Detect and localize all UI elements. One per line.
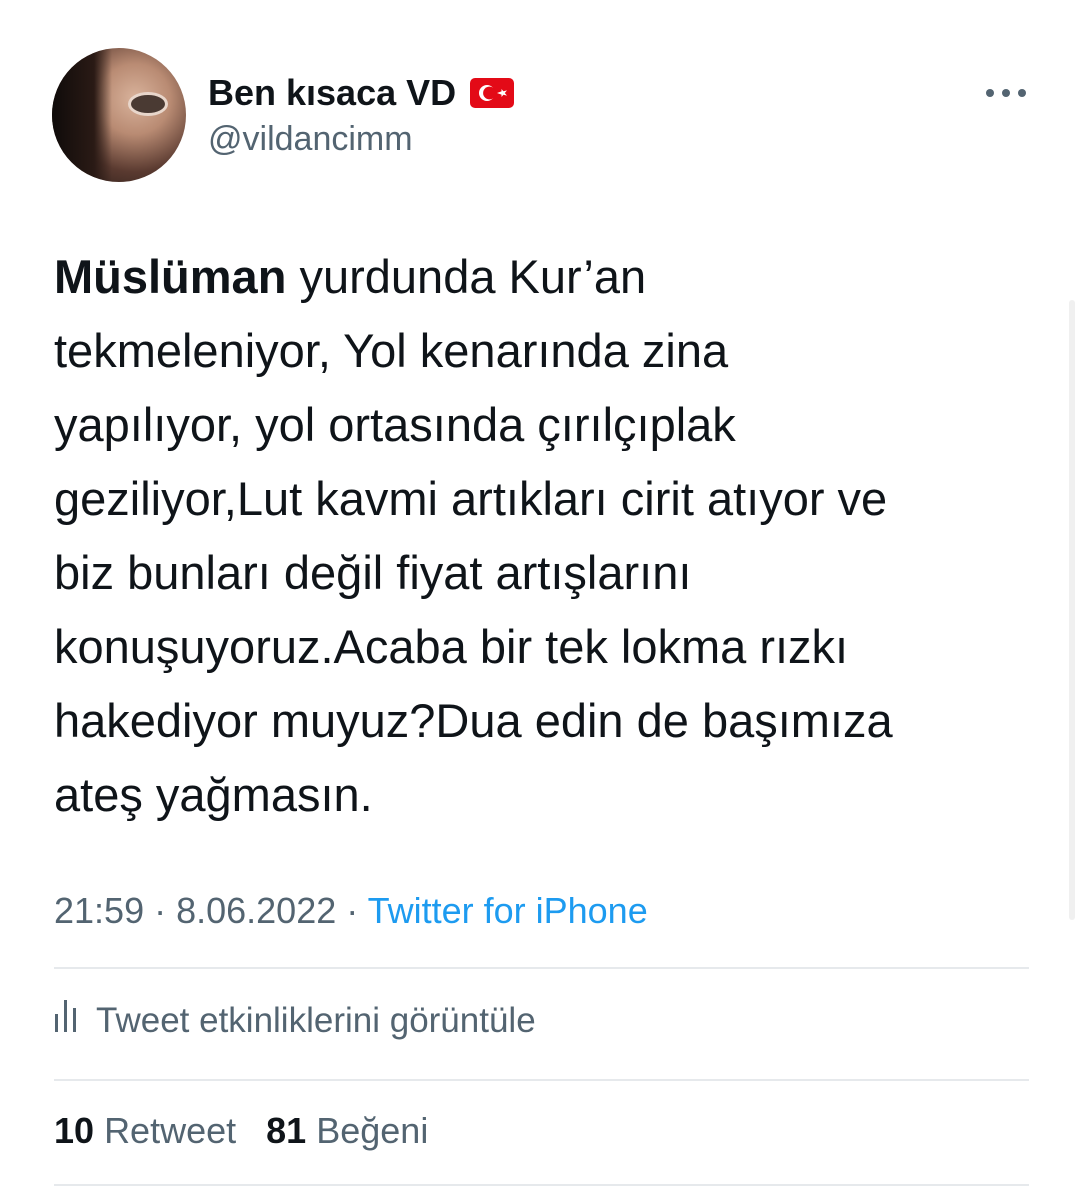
tweet-line-6: konuşuyoruz.Acaba bir tek lokma rızkı bbox=[54, 620, 849, 673]
tweet-time[interactable]: 21:59 bbox=[54, 890, 144, 931]
like-label: Beğeni bbox=[316, 1110, 429, 1151]
retweet-label: Retweet bbox=[104, 1110, 237, 1151]
tweet-line-7: hakediyor muyuz?Dua edin de başımıza bbox=[54, 694, 893, 747]
tweet-stats: 10 Retweet 81 Beğeni bbox=[54, 1110, 428, 1152]
divider bbox=[54, 1079, 1029, 1081]
dot-icon bbox=[1018, 89, 1026, 97]
analytics-icon bbox=[54, 998, 78, 1043]
tweet-line-1: Müslüman yurdunda Kur’an bbox=[54, 240, 1044, 314]
tweet-line-2: tekmeleniyor, Yol kenarında zina bbox=[54, 324, 729, 377]
meta-separator: · bbox=[144, 890, 177, 931]
like-count: 81 bbox=[266, 1110, 307, 1151]
tweet-line-4: geziliyor,Lut kavmi artıkları cirit atıy… bbox=[54, 472, 888, 525]
tweet-line-1-text: yurdunda Kur’an bbox=[286, 250, 647, 303]
user-handle[interactable]: @vildancimm bbox=[208, 120, 413, 159]
tweet-line-5: biz bunları değil fiyat artışlarını bbox=[54, 546, 692, 599]
display-name-row[interactable]: Ben kısaca VD bbox=[208, 72, 515, 114]
divider bbox=[54, 1184, 1029, 1186]
tweet-date[interactable]: 8.06.2022 bbox=[176, 890, 336, 931]
more-options-icon[interactable] bbox=[986, 86, 1026, 100]
tweet-bold-word: Müslüman bbox=[54, 250, 287, 303]
tweet-text: Müslüman yurdunda Kur’an tekmeleniyor, Y… bbox=[54, 240, 1044, 832]
tweet-line-3: yapılıyor, yol ortasında çırılçıplak bbox=[54, 398, 736, 451]
display-name[interactable]: Ben kısaca VD bbox=[208, 72, 456, 114]
dot-icon bbox=[986, 89, 994, 97]
view-analytics-button[interactable]: Tweet etkinliklerini görüntüle bbox=[54, 998, 536, 1043]
avatar[interactable] bbox=[52, 48, 186, 182]
turkey-flag-icon bbox=[470, 78, 515, 108]
avatar-hair bbox=[52, 48, 112, 182]
likes-link[interactable]: 81 Beğeni bbox=[266, 1110, 428, 1151]
retweets-link[interactable]: 10 Retweet bbox=[54, 1110, 236, 1151]
meta-separator-2: · bbox=[336, 890, 368, 931]
tweet-line-8: ateş yağmasın. bbox=[54, 768, 373, 821]
scrollbar[interactable] bbox=[1069, 300, 1075, 920]
retweet-count: 10 bbox=[54, 1110, 95, 1151]
analytics-label: Tweet etkinliklerini görüntüle bbox=[96, 1000, 536, 1040]
avatar-eye bbox=[128, 92, 168, 116]
dot-icon bbox=[1002, 89, 1010, 97]
divider bbox=[54, 967, 1029, 969]
tweet-meta: 21:59 · 8.06.2022 · Twitter for iPhone bbox=[54, 890, 648, 932]
tweet-source-link[interactable]: Twitter for iPhone bbox=[368, 890, 648, 931]
